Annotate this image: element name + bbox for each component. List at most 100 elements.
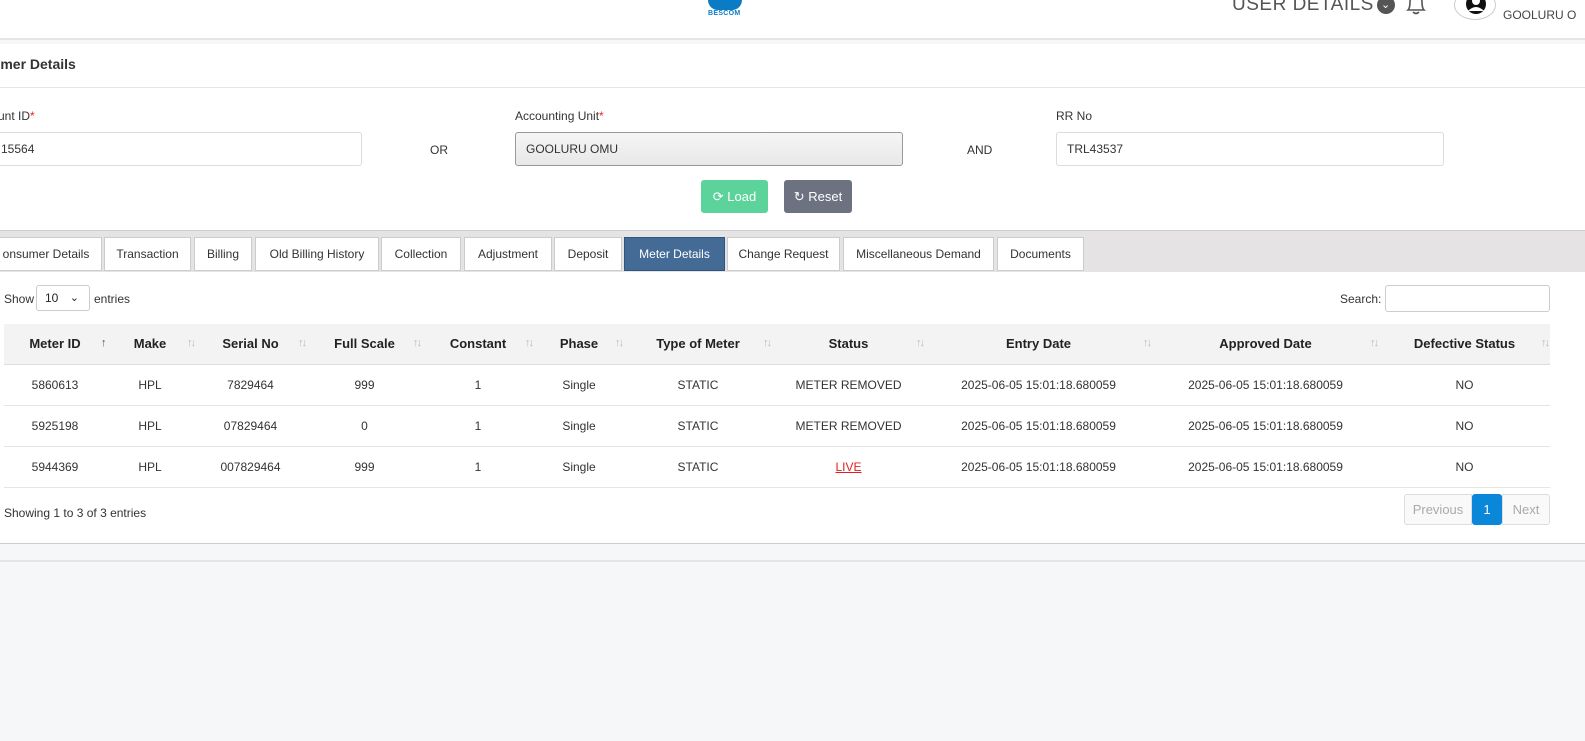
top-navbar: BESCOM USER DETAILS ⌄ GOOLURU O <box>0 0 1585 40</box>
cell-meter-id: 5925198 <box>4 405 106 447</box>
cell-approved-date: 2025-06-05 15:01:18.680059 <box>1152 364 1379 406</box>
page-title: sumer Details <box>0 56 76 72</box>
cell-meter-id: 5860613 <box>4 364 106 406</box>
cell-entry-date: 2025-06-05 15:01:18.680059 <box>925 446 1152 488</box>
col-defective-status[interactable]: Defective Status ↑↓ <box>1379 324 1550 365</box>
col-serial-no[interactable]: Serial No ↑↓ <box>194 324 307 365</box>
previous-page-button[interactable]: Previous <box>1404 494 1472 525</box>
col-meter-id[interactable]: Meter ID ↑↓ <box>4 324 110 365</box>
col-full-scale[interactable]: Full Scale ↑↓ <box>307 324 422 365</box>
table-row: 5944369 HPL 007829464 999 1 Single STATI… <box>4 446 1550 488</box>
account-id-value: 15564 <box>1 142 35 156</box>
meter-details-table: Meter ID ↑↓ Make ↑↓ Serial No ↑↓ Full Scale… <box>4 324 1550 488</box>
sort-icon: ↑↓ <box>298 337 307 349</box>
avatar[interactable] <box>1454 0 1496 20</box>
sort-icon: ↑↓ <box>615 337 624 349</box>
tab-documents[interactable]: Documents <box>997 237 1084 271</box>
cell-make: HPL <box>106 446 194 488</box>
chevron-down-icon: ⌄ <box>69 292 79 304</box>
tab-billing[interactable]: Billing <box>194 237 252 271</box>
cell-entry-date: 2025-06-05 15:01:18.680059 <box>925 405 1152 447</box>
tab-collection[interactable]: Collection <box>381 237 461 271</box>
cell-defective-status: NO <box>1379 364 1550 406</box>
cell-constant: 1 <box>422 364 534 406</box>
reset-label: Reset <box>808 189 843 204</box>
next-page-button[interactable]: Next <box>1502 494 1550 525</box>
sort-icon: ↑↓ <box>1541 337 1550 349</box>
logo-text: BESCOM <box>708 10 741 17</box>
reset-button[interactable]: ↻ Reset <box>784 180 852 213</box>
cell-serial-no: 7829464 <box>194 364 307 406</box>
user-icon <box>1466 0 1486 14</box>
tab-change-request[interactable]: Change Request <box>727 237 840 271</box>
user-details-label: USER DETAILS <box>1232 0 1374 15</box>
cell-entry-date: 2025-06-05 15:01:18.680059 <box>925 364 1152 406</box>
bell-icon[interactable] <box>1404 0 1428 16</box>
col-make[interactable]: Make ↑↓ <box>106 324 196 365</box>
table-info: Showing 1 to 3 of 3 entries <box>4 506 147 520</box>
tab-miscellaneous-demand[interactable]: Miscellaneous Demand <box>843 237 994 271</box>
or-label: OR <box>430 143 448 157</box>
bescom-logo[interactable]: BESCOM <box>706 0 744 20</box>
account-id-field[interactable]: 15564 <box>0 132 362 166</box>
cell-make: HPL <box>106 405 194 447</box>
col-phase[interactable]: Phase ↑↓ <box>534 324 624 365</box>
tab-adjustment[interactable]: Adjustment <box>464 237 552 271</box>
sort-icon: ↑↓ <box>1143 337 1152 349</box>
page-length-select[interactable]: 10 ⌄ <box>36 285 90 311</box>
cell-defective-status: NO <box>1379 446 1550 488</box>
cell-approved-date: 2025-06-05 15:01:18.680059 <box>1152 446 1379 488</box>
rr-no-field[interactable]: TRL43537 <box>1056 132 1444 166</box>
page-length-value: 10 <box>45 291 59 305</box>
rr-no-value: TRL43537 <box>1067 142 1124 156</box>
tab-deposit[interactable]: Deposit <box>554 237 622 271</box>
cell-type-of-meter: STATIC <box>624 405 772 447</box>
chevron-down-icon: ⌄ <box>1376 0 1395 14</box>
spinner-icon: ⟳ <box>712 189 724 204</box>
cell-phase: Single <box>534 364 624 406</box>
cell-constant: 1 <box>422 405 534 447</box>
col-type-of-meter[interactable]: Type of Meter ↑↓ <box>624 324 772 365</box>
consumer-details-card: sumer Details unt ID* 15564 OR Accountin… <box>0 44 1585 544</box>
search-label: Search: <box>1340 292 1382 306</box>
cell-status: METER REMOVED <box>772 405 925 447</box>
table-row: 5925198 HPL 07829464 0 1 Single STATIC M… <box>4 405 1550 447</box>
tab-transaction[interactable]: Transaction <box>104 237 191 271</box>
load-button[interactable]: ⟳ Load <box>701 180 768 213</box>
cell-status: METER REMOVED <box>772 364 925 406</box>
accounting-unit-label: Accounting Unit* <box>515 109 604 123</box>
cell-defective-status: NO <box>1379 405 1550 447</box>
entries-label: entries <box>94 292 131 306</box>
sort-icon: ↑↓ <box>916 337 925 349</box>
col-status[interactable]: Status ↑↓ <box>772 324 925 365</box>
cell-full-scale: 0 <box>307 405 422 447</box>
table-header-row: Meter ID ↑↓ Make ↑↓ Serial No ↑↓ Full Scale… <box>4 324 1550 365</box>
status-live-link[interactable]: LIVE <box>772 446 925 488</box>
tabs-bar: onsumer Details Transaction Billing Old … <box>0 230 1585 272</box>
sort-icon: ↑↓ <box>187 337 196 349</box>
logo-mark-icon <box>708 0 742 10</box>
sort-icon: ↑↓ <box>413 337 422 349</box>
cell-meter-id: 5944369 <box>4 446 106 488</box>
sort-icon: ↑↓ <box>763 337 772 349</box>
cell-serial-no: 007829464 <box>194 446 307 488</box>
col-approved-date[interactable]: Approved Date ↑↓ <box>1152 324 1379 365</box>
account-id-label: unt ID* <box>0 109 35 123</box>
tab-consumer-details[interactable]: onsumer Details <box>0 237 102 271</box>
search-input[interactable] <box>1385 285 1550 312</box>
col-constant[interactable]: Constant ↑↓ <box>422 324 534 365</box>
sort-icon: ↑↓ <box>525 337 534 349</box>
user-details-menu[interactable]: USER DETAILS ⌄ <box>1232 0 1395 16</box>
accounting-unit-select[interactable]: GOOLURU OMU <box>515 132 903 166</box>
section-divider <box>0 560 1585 562</box>
tab-meter-details[interactable]: Meter Details <box>624 237 725 271</box>
tab-old-billing-history[interactable]: Old Billing History <box>255 237 379 271</box>
cell-phase: Single <box>534 446 624 488</box>
table-row: 5860613 HPL 7829464 999 1 Single STATIC … <box>4 364 1550 406</box>
page-1-button[interactable]: 1 <box>1472 494 1502 525</box>
col-entry-date[interactable]: Entry Date ↑↓ <box>925 324 1152 365</box>
cell-make: HPL <box>106 364 194 406</box>
cell-serial-no: 07829464 <box>194 405 307 447</box>
cell-phase: Single <box>534 405 624 447</box>
accounting-unit-value: GOOLURU OMU <box>526 142 619 156</box>
